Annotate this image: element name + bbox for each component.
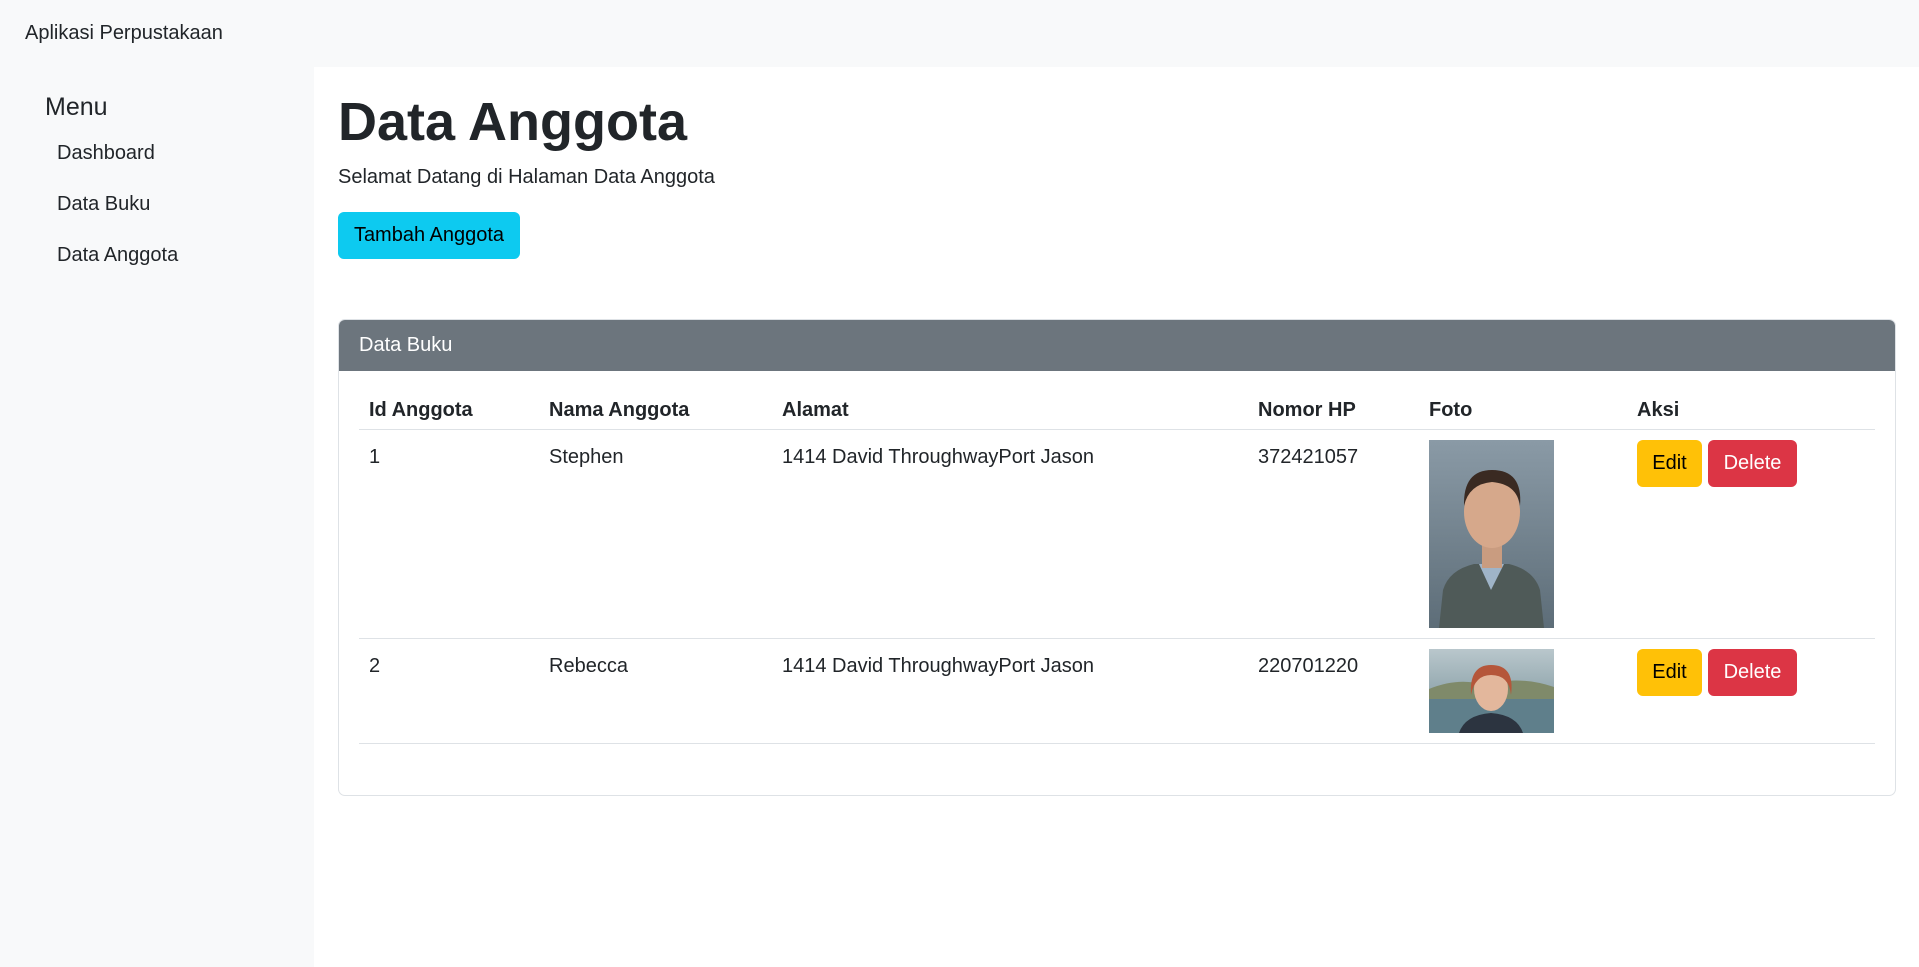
add-member-button[interactable]: Tambah Anggota bbox=[338, 212, 520, 259]
members-card: Data Buku Id Anggota Nama Anggota Alamat… bbox=[338, 319, 1896, 796]
card-title: Data Buku bbox=[359, 334, 453, 356]
table-row: 1 Stephen 1414 David ThroughwayPort Jaso… bbox=[359, 429, 1875, 639]
sidebar-heading: Menu bbox=[45, 93, 108, 121]
cell-nama: Rebecca bbox=[539, 638, 772, 744]
column-header-id: Id Anggota bbox=[359, 391, 539, 430]
cell-foto bbox=[1419, 429, 1627, 639]
column-header-aksi: Aksi bbox=[1627, 391, 1875, 430]
page-subtitle: Selamat Datang di Halaman Data Anggota bbox=[338, 166, 715, 188]
member-photo bbox=[1429, 440, 1554, 628]
table-row: 2 Rebecca 1414 David ThroughwayPort Jaso… bbox=[359, 638, 1875, 744]
cell-alamat: 1414 David ThroughwayPort Jason bbox=[772, 429, 1248, 639]
members-table: Id Anggota Nama Anggota Alamat Nomor HP … bbox=[359, 391, 1875, 744]
cell-aksi: Edit Delete bbox=[1627, 638, 1875, 744]
member-photo bbox=[1429, 649, 1554, 733]
column-header-nomor-hp: Nomor HP bbox=[1248, 391, 1419, 430]
delete-button[interactable]: Delete bbox=[1708, 440, 1797, 487]
sidebar-item-dashboard[interactable]: Dashboard bbox=[57, 142, 155, 165]
sidebar-item-data-anggota[interactable]: Data Anggota bbox=[57, 244, 178, 267]
cell-id: 2 bbox=[359, 638, 539, 744]
column-header-nama: Nama Anggota bbox=[539, 391, 772, 430]
app-brand[interactable]: Aplikasi Perpustakaan bbox=[25, 22, 223, 45]
cell-id: 1 bbox=[359, 429, 539, 639]
cell-nama: Stephen bbox=[539, 429, 772, 639]
top-navbar: Aplikasi Perpustakaan bbox=[0, 0, 1919, 67]
edit-button[interactable]: Edit bbox=[1637, 440, 1702, 487]
column-header-alamat: Alamat bbox=[772, 391, 1248, 430]
card-header: Data Buku bbox=[339, 320, 1895, 371]
cell-foto bbox=[1419, 638, 1627, 744]
edit-button[interactable]: Edit bbox=[1637, 649, 1702, 696]
sidebar-item-data-buku[interactable]: Data Buku bbox=[57, 193, 150, 216]
cell-aksi: Edit Delete bbox=[1627, 429, 1875, 639]
cell-nomor-hp: 220701220 bbox=[1248, 638, 1419, 744]
page-title: Data Anggota bbox=[338, 92, 687, 152]
main-content: Data Anggota Selamat Datang di Halaman D… bbox=[314, 67, 1919, 967]
table-header-row: Id Anggota Nama Anggota Alamat Nomor HP … bbox=[359, 391, 1875, 430]
cell-nomor-hp: 372421057 bbox=[1248, 429, 1419, 639]
sidebar: Menu Dashboard Data Buku Data Anggota bbox=[0, 67, 314, 967]
column-header-foto: Foto bbox=[1419, 391, 1627, 430]
cell-alamat: 1414 David ThroughwayPort Jason bbox=[772, 638, 1248, 744]
delete-button[interactable]: Delete bbox=[1708, 649, 1797, 696]
